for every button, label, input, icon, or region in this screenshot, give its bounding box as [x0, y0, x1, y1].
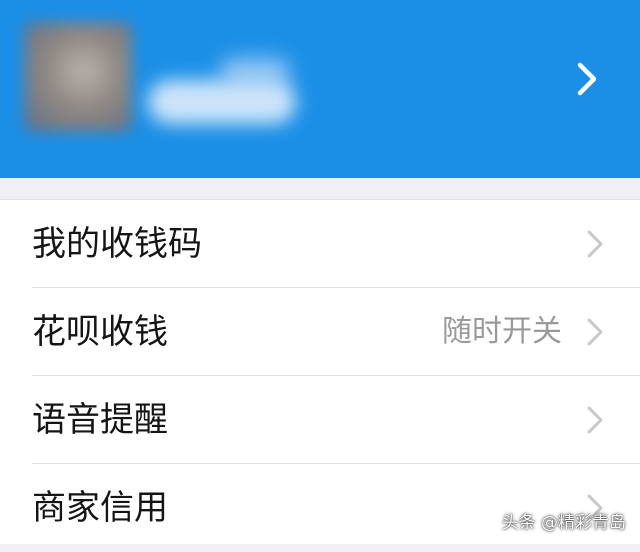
- menu-item-value: 随时开关: [442, 314, 562, 349]
- watermark: 头条 @精彩青岛: [501, 513, 626, 533]
- menu-item-label: 商家信用: [32, 488, 168, 528]
- chevron-right-icon: [587, 406, 603, 434]
- menu-item-my-payment-code[interactable]: 我的收钱码: [0, 200, 640, 288]
- menu-item-label: 我的收钱码: [32, 224, 202, 264]
- menu-item-voice-reminder[interactable]: 语音提醒: [0, 376, 640, 464]
- username-blurred: [148, 80, 296, 124]
- menu-item-label: 花呗收钱: [32, 312, 168, 352]
- menu-item-huabei-collect[interactable]: 花呗收钱 随时开关: [0, 288, 640, 376]
- profile-header[interactable]: [0, 0, 640, 178]
- avatar[interactable]: [24, 22, 132, 132]
- chevron-right-icon: [587, 230, 603, 258]
- chevron-right-icon[interactable]: [570, 62, 604, 96]
- menu-item-label: 语音提醒: [32, 400, 168, 440]
- chevron-right-icon: [587, 318, 603, 346]
- settings-list: 我的收钱码 花呗收钱 随时开关 语音提醒 商家信用: [0, 199, 640, 544]
